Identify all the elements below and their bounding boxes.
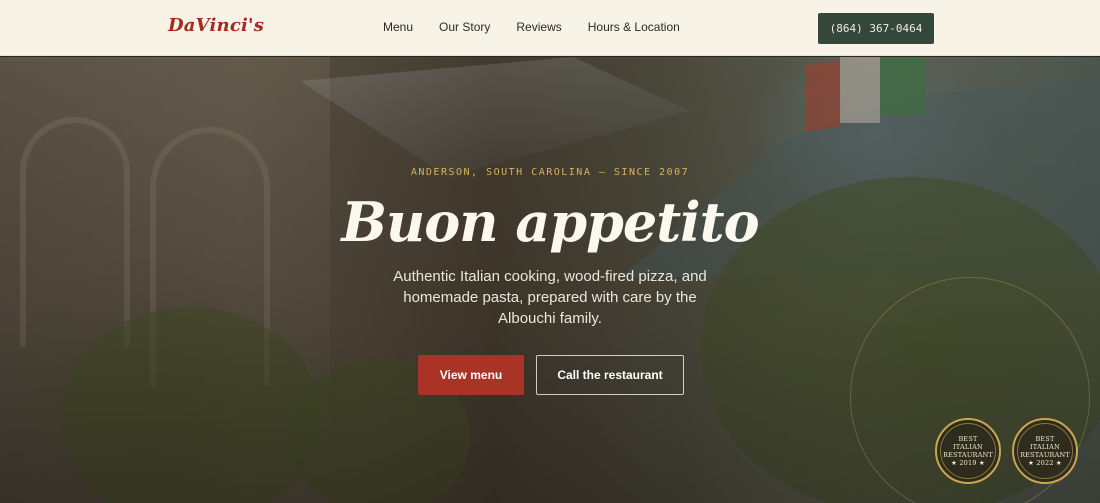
- call-restaurant-button[interactable]: Call the restaurant: [536, 355, 684, 395]
- badge-line: BEST: [958, 435, 978, 443]
- nav-our-story[interactable]: Our Story: [439, 20, 490, 34]
- phone-button[interactable]: (864) 367-0464: [818, 13, 934, 44]
- hero-headline: Buon appetito: [341, 190, 759, 254]
- hero-subtitle: Authentic Italian cooking, wood-fired pi…: [393, 268, 707, 327]
- award-badge-2022: BEST ITALIAN RESTAURANT ★ 2022 ★: [1012, 418, 1078, 484]
- view-menu-button[interactable]: View menu: [418, 355, 524, 395]
- hero-content: ANDERSON, SOUTH CAROLINA — SINCE 2007 Bu…: [0, 57, 1100, 503]
- nav-hours-location[interactable]: Hours & Location: [588, 20, 680, 34]
- badge-line: BEST: [1035, 435, 1055, 443]
- hero-section: ANDERSON, SOUTH CAROLINA — SINCE 2007 Bu…: [0, 57, 1100, 503]
- site-header: DaVinci's Menu Our Story Reviews Hours &…: [0, 0, 1100, 56]
- hero-eyebrow: ANDERSON, SOUTH CAROLINA — SINCE 2007: [410, 167, 690, 178]
- badge-year: ★ 2022 ★: [1028, 459, 1062, 467]
- badge-year: ★ 2019 ★: [951, 459, 985, 467]
- main-nav: Menu Our Story Reviews Hours & Location: [383, 20, 706, 34]
- badge-line: RESTAURANT: [943, 451, 993, 459]
- logo[interactable]: DaVinci's: [168, 15, 264, 36]
- nav-reviews[interactable]: Reviews: [516, 20, 561, 34]
- badge-line: RESTAURANT: [1020, 451, 1070, 459]
- nav-menu[interactable]: Menu: [383, 20, 413, 34]
- award-badge-2019: BEST ITALIAN RESTAURANT ★ 2019 ★: [935, 418, 1001, 484]
- badge-line: ITALIAN: [1030, 443, 1060, 451]
- badge-line: ITALIAN: [953, 443, 983, 451]
